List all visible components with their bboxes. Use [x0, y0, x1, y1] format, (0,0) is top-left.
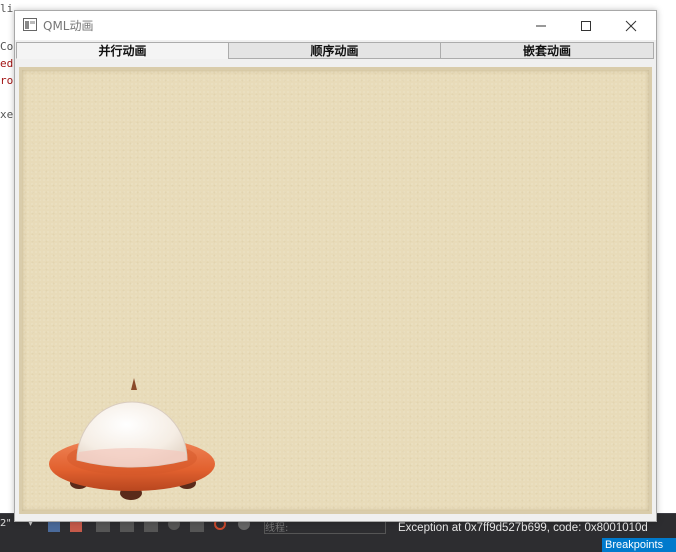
breakpoints-tab[interactable]: Breakpoints [602, 538, 676, 552]
close-button[interactable] [609, 11, 653, 40]
tab-sequential-animation[interactable]: 顺序动画 [228, 42, 441, 59]
app-window: QML动画 并行动画 顺序动画 嵌套动画 [14, 10, 657, 522]
animation-canvas [19, 67, 652, 514]
title-bar[interactable]: QML动画 [15, 11, 656, 40]
ufo-sprite [49, 378, 215, 500]
code-line: Co [0, 40, 14, 53]
maximize-icon [581, 20, 591, 31]
tab-nested-animation[interactable]: 嵌套动画 [440, 42, 654, 59]
exception-status-text: Exception at 0x7ff9d527b699, code: 0x800… [398, 522, 648, 534]
code-line: xe [0, 108, 14, 121]
code-line: li [0, 2, 14, 15]
minimize-icon [536, 25, 546, 26]
toolbar-dropdown-value[interactable]: 2" [0, 518, 11, 532]
code-line: ro [0, 74, 14, 87]
ufo-antenna [131, 378, 137, 390]
maximize-button[interactable] [564, 11, 608, 40]
minimize-button[interactable] [519, 11, 563, 40]
window-title: QML动画 [43, 19, 94, 33]
app-window-icon [23, 18, 37, 31]
tab-parallel-animation[interactable]: 并行动画 [16, 42, 229, 59]
tab-bar: 并行动画 顺序动画 嵌套动画 [16, 42, 654, 60]
ide-status-bar [0, 535, 676, 552]
close-icon [625, 20, 637, 31]
code-line: ed [0, 57, 14, 70]
